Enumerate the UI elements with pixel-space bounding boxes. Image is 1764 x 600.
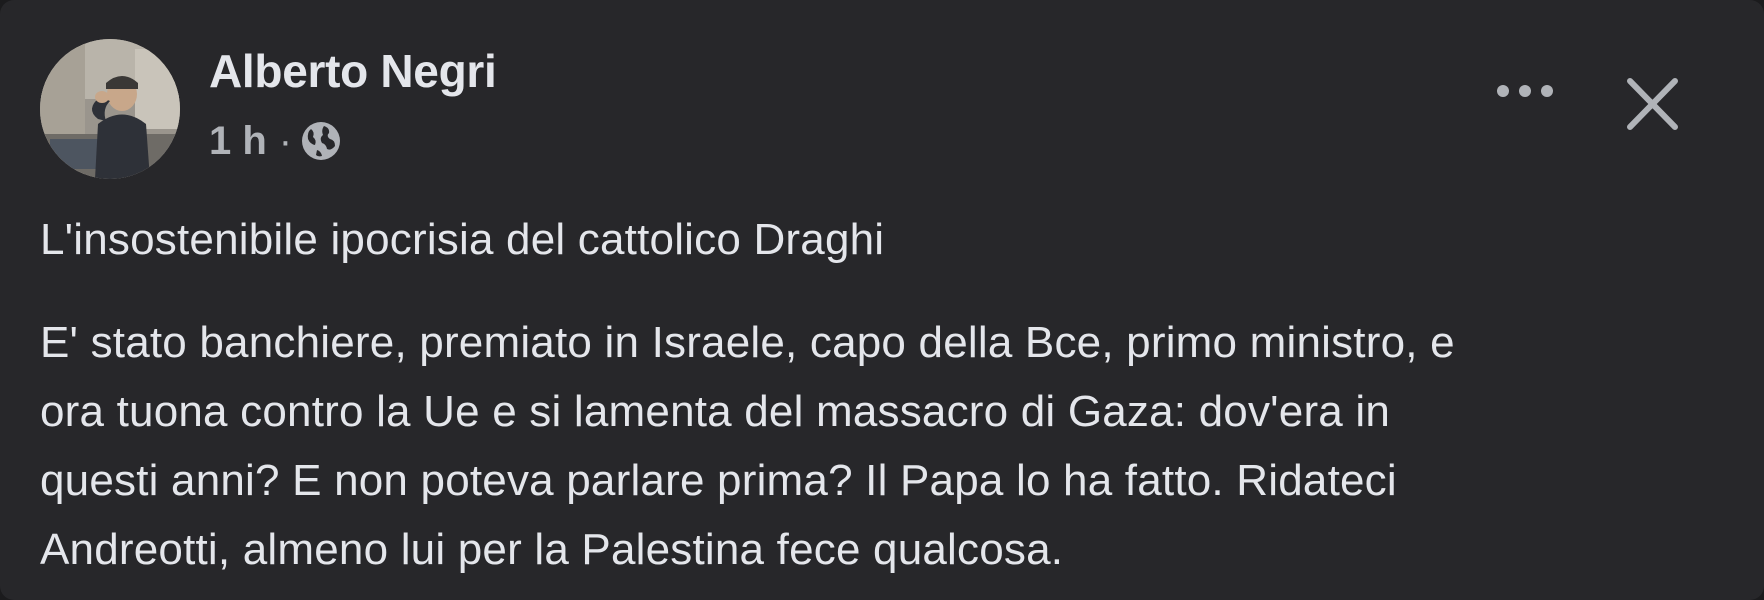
post-meta: 1 h · (209, 116, 342, 166)
post-body-line: questi anni? E non poteva parlare prima?… (40, 456, 1397, 505)
post-body: E' stato banchiere, premiato in Israele,… (40, 308, 1740, 584)
globe-icon (300, 120, 342, 162)
more-options-icon (1497, 85, 1553, 97)
close-button[interactable] (1620, 72, 1686, 138)
avatar-photo (40, 39, 180, 179)
more-options-button[interactable] (1490, 78, 1560, 128)
post-body-line: E' stato banchiere, premiato in Israele,… (40, 318, 1455, 367)
post-title: L'insostenibile ipocrisia del cattolico … (40, 215, 885, 264)
post-card: Alberto Negri 1 h · L'insostenibile ipoc… (0, 0, 1764, 600)
avatar[interactable] (40, 39, 180, 179)
post-body-line: Andreotti, almeno lui per la Palestina f… (40, 525, 1064, 574)
post-timestamp[interactable]: 1 h (209, 119, 267, 164)
author-name[interactable]: Alberto Negri (209, 44, 497, 98)
post-body-line: ora tuona contro la Ue e si lamenta del … (40, 387, 1391, 436)
close-icon (1627, 78, 1678, 130)
meta-separator: · (278, 118, 293, 163)
